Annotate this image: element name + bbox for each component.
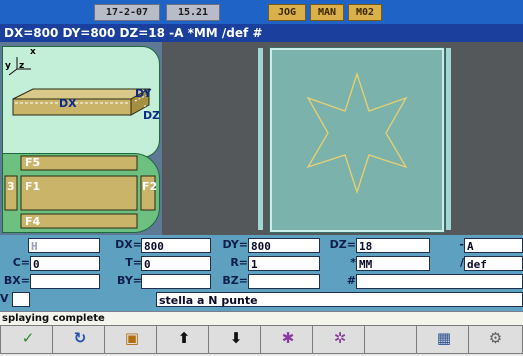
right-rail: [446, 48, 451, 230]
softkey-caption: [53, 347, 107, 353]
softkey-caption: [1, 347, 55, 353]
status-message: splaying complete: [2, 313, 105, 324]
a-input[interactable]: A: [464, 238, 523, 253]
face-f3-label[interactable]: 3: [7, 180, 15, 193]
dx-field-label: DX=: [115, 238, 142, 251]
program-header: DX=800 DY=800 DZ=18 -A *MM /def #: [0, 24, 523, 42]
mm-field-label: *: [350, 256, 356, 269]
status-bar: 17-2-07 15.21 JOG MAN M02: [0, 0, 523, 24]
v-field-label: V: [0, 292, 9, 305]
bz-input[interactable]: [248, 274, 320, 289]
dy-label: DY: [135, 87, 152, 100]
star-path-drawing: [306, 71, 408, 195]
a-field-label: -: [459, 238, 464, 251]
check-icon: ✓: [21, 329, 35, 347]
softkey-1[interactable]: ✓: [0, 325, 56, 354]
machining-preview[interactable]: [162, 42, 523, 235]
dy-field-label: DY=: [222, 238, 248, 251]
c-field-label: C=: [12, 256, 30, 269]
hash-field-label: #: [346, 274, 356, 287]
star-path: [306, 71, 408, 195]
dx-input[interactable]: 800: [141, 238, 211, 253]
parameters-panel: H DX= 800 DY= 800 DZ= 18 - A C= 0 T= 0 R…: [0, 235, 523, 311]
softkey-6[interactable]: ✱: [260, 325, 316, 354]
softkey-10[interactable]: ⚙: [468, 325, 523, 354]
program-title: DX=800 DY=800 DZ=18 -A *MM /def #: [4, 26, 263, 40]
t-input[interactable]: 0: [141, 256, 211, 271]
r-field-label: R=: [230, 256, 248, 269]
tool-alt-icon: ✲: [333, 329, 347, 347]
softkey-caption: [313, 347, 367, 353]
softkey-caption: [157, 347, 211, 353]
softkey-caption: [105, 347, 159, 353]
status-date: 17-2-07: [94, 4, 160, 21]
softkey-4[interactable]: ⬆: [156, 325, 212, 354]
arrow-down-icon: ⬇: [229, 329, 243, 347]
tool-icon: ✱: [281, 329, 295, 347]
face-f4-label[interactable]: F4: [25, 215, 40, 228]
part-3d-drawing: [8, 57, 151, 117]
axis-y-label: y: [5, 61, 11, 71]
axis-x-label: x: [30, 47, 36, 57]
softkey-9[interactable]: ▦: [416, 325, 472, 354]
t-field-label: T=: [125, 256, 142, 269]
bx-field-label: BX=: [3, 274, 30, 287]
dz-field-label: DZ=: [329, 238, 356, 251]
v-checkbox[interactable]: [12, 292, 30, 307]
mode-jog[interactable]: JOG: [268, 4, 306, 21]
bx-input[interactable]: [30, 274, 100, 289]
mode-m02[interactable]: M02: [348, 4, 382, 21]
h-field[interactable]: H: [28, 238, 100, 253]
axis-z-label: z: [19, 61, 25, 71]
slab-top-face: [12, 88, 151, 100]
def-field-label: /: [459, 256, 464, 269]
arrow-up-icon: ⬆: [177, 329, 191, 347]
by-field-label: BY=: [117, 274, 142, 287]
def-input[interactable]: def: [464, 256, 523, 271]
softkey-7[interactable]: ✲: [312, 325, 368, 354]
softkey-bar: ✓ ↻ ▣ ⬆ ⬇ ✱ ✲ ▦ ⚙: [0, 325, 523, 356]
c-input[interactable]: 0: [30, 256, 100, 271]
blank-icon: [365, 328, 419, 348]
softkey-caption: [209, 347, 263, 353]
face-f5-label[interactable]: F5: [25, 156, 40, 169]
face-selector-view[interactable]: F5 F1 3 F2 F4: [2, 153, 160, 233]
dy-input[interactable]: 800: [248, 238, 320, 253]
dz-label: DZ: [143, 109, 160, 122]
description-input[interactable]: stella a N punte: [156, 292, 523, 307]
softkey-8[interactable]: [364, 325, 420, 354]
softkey-caption: [469, 347, 522, 353]
softkey-3[interactable]: ▣: [104, 325, 160, 354]
part-views-panel: x y z DX DY DZ F5 F1 3 F2 F4: [0, 42, 162, 235]
refresh-icon: ↻: [73, 329, 87, 347]
mm-input[interactable]: MM: [356, 256, 430, 271]
import-icon: ▣: [124, 329, 140, 347]
left-rail: [258, 48, 263, 230]
hash-input[interactable]: [356, 274, 523, 289]
softkey-caption: [365, 347, 419, 353]
status-spacer: [0, 4, 42, 21]
softkey-2[interactable]: ↻: [52, 325, 108, 354]
face-f1-label[interactable]: F1: [25, 180, 40, 193]
r-input[interactable]: 1: [248, 256, 320, 271]
softkey-5[interactable]: ⬇: [208, 325, 264, 354]
part-3d-view[interactable]: x y z DX DY DZ: [2, 46, 160, 158]
cnc-screen: 17-2-07 15.21 JOG MAN M02 DX=800 DY=800 …: [0, 0, 523, 356]
by-input[interactable]: [141, 274, 211, 289]
softkey-caption: [261, 347, 315, 353]
mode-man[interactable]: MAN: [310, 4, 344, 21]
dz-input[interactable]: 18: [356, 238, 430, 253]
dx-label: DX: [59, 97, 77, 110]
status-time: 15.21: [166, 4, 220, 21]
calculator-icon: ▦: [436, 329, 452, 347]
bz-field-label: BZ=: [222, 274, 248, 287]
config-icon: ⚙: [488, 329, 503, 347]
workpiece-sheet: [270, 48, 444, 232]
softkey-caption: [417, 347, 471, 353]
face-f2-label[interactable]: F2: [142, 180, 157, 193]
message-line: splaying complete: [0, 311, 523, 326]
